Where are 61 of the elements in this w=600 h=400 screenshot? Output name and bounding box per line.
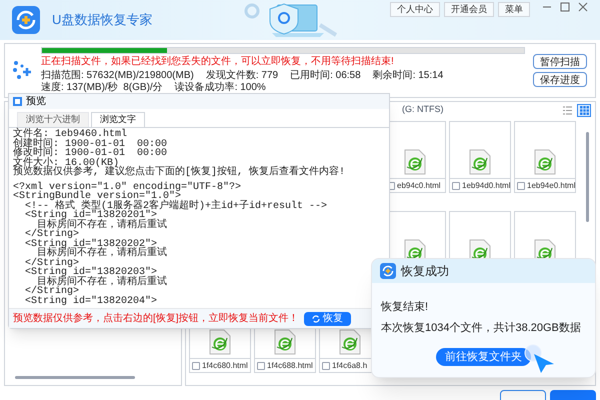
file-checkbox[interactable] [322,362,330,370]
html-file-icon [534,149,556,175]
scan-stat: 已用时间: 06:58 [290,70,361,82]
code-line: 目标房间不存在，请稍后重试 [37,249,168,258]
list-view-button[interactable] [560,104,574,116]
scan-stat: 速度: 137(MB)/秒 8(GB)/分 [41,82,163,94]
drive-label: (G: NTFS) [402,103,444,116]
file-name: eb94c0.html [397,180,441,192]
maximize-icon[interactable] [560,2,570,12]
header-button[interactable]: 开通会员 [444,2,494,17]
horizontal-scrollbar[interactable] [15,376,135,379]
file-card[interactable]: 1eb94d0.html [449,121,511,193]
code-line: 目标房间不存在，请稍后重试 [37,220,168,230]
app-logo-icon [380,263,396,279]
grid-view-button[interactable] [577,104,591,116]
code-line: <!-- 格式 类型(1服务器2客户端超时)+主id+子id+result --> [25,202,328,211]
file-checkbox[interactable] [257,362,265,370]
scan-stat: 读设备成功率: 100% [174,82,266,94]
app-title: U盘数据恢复专家 [52,11,152,30]
html-file-icon [469,149,491,175]
preview-tab[interactable]: 浏览文字 [91,112,145,127]
file-checkbox[interactable] [452,182,460,190]
file-checkbox[interactable] [192,362,200,370]
file-name: 1f4c680.html [202,360,248,372]
code-line: </String> [24,230,80,240]
scan-message: 正在扫描文件，如果已经找到您丢失的文件，可以立即恢复，不用等待扫描结束! [41,56,395,68]
file-card[interactable]: 1eb94e0.html [514,121,576,193]
header-button[interactable]: 个人中心 [390,2,440,17]
file-name: 1eb94e0.html [527,180,576,192]
scan-stat: 剩余时间: 15:14 [372,70,444,82]
app-logo-icon [12,6,40,34]
toast-title: 恢复成功 [401,263,449,280]
open-folder-button[interactable]: 前往恢复文件夹 [436,348,531,366]
dialog-title: 预览 [26,95,46,109]
header-button[interactable]: 菜单 [498,2,530,17]
code-line: <?xml version="1.0" encoding="UTF-8"?> [13,182,242,192]
scan-stat: 扫描范围: 57632(MB)/219800(MB) [41,70,194,82]
file-info-line: 修改时间: 1900-01-01 00:00 [13,149,168,158]
toast-message: 本次恢复1034个文件，共计38.20GB数据 [381,320,582,336]
recover-button[interactable]: 恢复 [304,312,351,326]
scan-button[interactable]: 暂停扫描 [533,54,587,69]
refresh-icon [312,314,320,322]
file-info-line: 预览数据仅供参考, 建议您点击下面的[恢复]按钮, 恢复后查看文件内容! [13,168,346,178]
file-name: 1f4c6a8.h [332,360,368,372]
file-name: 1eb94d0.html [462,180,510,192]
close-icon[interactable] [578,2,588,12]
code-line: 目标房间不存在，请稍后重试 [37,278,168,287]
scan-sparkle-icon [13,60,33,82]
vertical-scrollbar[interactable] [586,132,589,222]
toast-message: 恢复结束! [381,300,430,315]
file-name: 1f4c688.html [267,360,313,372]
code-line: </String> [24,287,80,296]
scan-stat: 发现文件数: 779 [206,70,278,82]
preview-window-icon [13,97,22,106]
scan-button[interactable]: 保存进度 [533,72,587,87]
file-checkbox[interactable] [517,182,525,190]
code-line: <String id="13820204"> [24,296,158,306]
pointer-cursor-icon [524,344,556,374]
code-line: </String> [24,258,80,268]
html-file-icon [404,149,426,175]
preview-tab[interactable]: 浏览十六进制 [17,112,89,127]
